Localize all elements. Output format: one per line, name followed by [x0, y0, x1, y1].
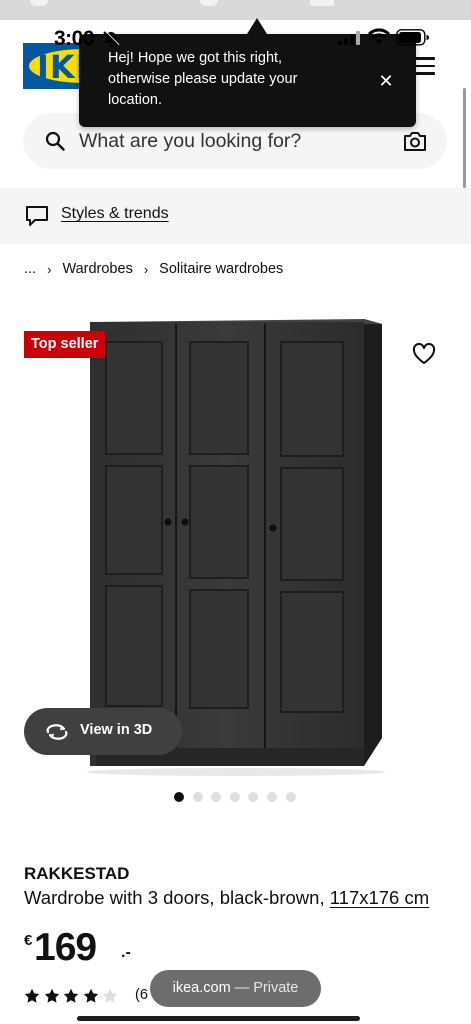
browser-private-label: — Private: [234, 980, 299, 996]
breadcrumb-wardrobes[interactable]: Wardrobes: [62, 261, 132, 277]
carousel-dot[interactable]: [211, 792, 222, 802]
star-empty-icon: [102, 988, 118, 1003]
rotate-3d-icon: [46, 724, 68, 740]
bell-muted-icon: [103, 30, 120, 47]
image-carousel-dots: [174, 792, 304, 802]
top-seller-badge: Top seller: [24, 331, 106, 358]
top-system-strip: [0, 0, 471, 20]
view-in-3d-button[interactable]: View in 3D: [24, 708, 182, 755]
styles-trends-bar[interactable]: Styles & trends: [0, 188, 471, 244]
cellular-signal-icon: [338, 31, 360, 45]
top-strip-shape: [310, 0, 334, 6]
rating-count[interactable]: (6: [135, 987, 148, 1003]
carousel-dot[interactable]: [229, 792, 240, 802]
location-popup-message: Hej! Hope we got this right, otherwise p…: [108, 50, 298, 108]
rating-stars[interactable]: [24, 988, 122, 1004]
browser-domain: ikea.com: [172, 980, 231, 996]
styles-trends-link[interactable]: Styles & trends: [61, 205, 169, 223]
star-filled-icon: [24, 988, 40, 1003]
breadcrumb: ... › Wardrobes › Solitaire wardrobes: [24, 259, 283, 279]
close-icon[interactable]: ✕: [374, 70, 398, 94]
status-time: 3:00: [54, 27, 95, 50]
price-currency: €: [24, 932, 33, 949]
carousel-dot[interactable]: [174, 792, 184, 802]
hamburger-menu-icon[interactable]: [413, 57, 435, 75]
browser-url-pill[interactable]: ikea.com — Private: [150, 970, 321, 1007]
price-integer: 169: [34, 926, 97, 969]
product-dimensions-link[interactable]: 117x176 cm: [330, 887, 429, 908]
battery-icon: [396, 29, 429, 46]
scroll-indicator[interactable]: [463, 88, 466, 188]
product-description-text: Wardrobe with 3 doors, black-brown,: [24, 887, 330, 908]
top-strip-shape: [30, 0, 48, 6]
search-icon: [45, 131, 65, 151]
carousel-dot[interactable]: [285, 792, 296, 802]
product-description: Wardrobe with 3 doors, black-brown, 117x…: [24, 887, 429, 909]
star-filled-icon: [44, 988, 59, 1003]
heart-icon[interactable]: [412, 343, 436, 365]
camera-icon[interactable]: [403, 130, 427, 152]
chevron-right-icon: ›: [143, 261, 149, 277]
wifi-icon: [368, 28, 390, 44]
carousel-dot[interactable]: [248, 792, 259, 802]
star-filled-icon: [83, 988, 98, 1003]
top-strip-shape: [200, 0, 218, 6]
chevron-right-icon: ›: [47, 261, 52, 277]
breadcrumb-ellipsis[interactable]: ...: [24, 261, 36, 277]
price-decimal: .-: [121, 944, 131, 961]
carousel-dot[interactable]: [192, 792, 203, 802]
home-indicator[interactable]: [77, 1016, 360, 1021]
status-bar: 3:00: [0, 24, 471, 52]
carousel-dot[interactable]: [266, 792, 277, 802]
breadcrumb-solitaire-wardrobes[interactable]: Solitaire wardrobes: [159, 261, 283, 277]
chat-bubble-icon: [26, 206, 48, 226]
star-filled-icon: [63, 988, 79, 1003]
view-in-3d-label: View in 3D: [80, 722, 153, 738]
search-input[interactable]: [79, 127, 379, 155]
product-name: RAKKESTAD: [24, 864, 130, 883]
